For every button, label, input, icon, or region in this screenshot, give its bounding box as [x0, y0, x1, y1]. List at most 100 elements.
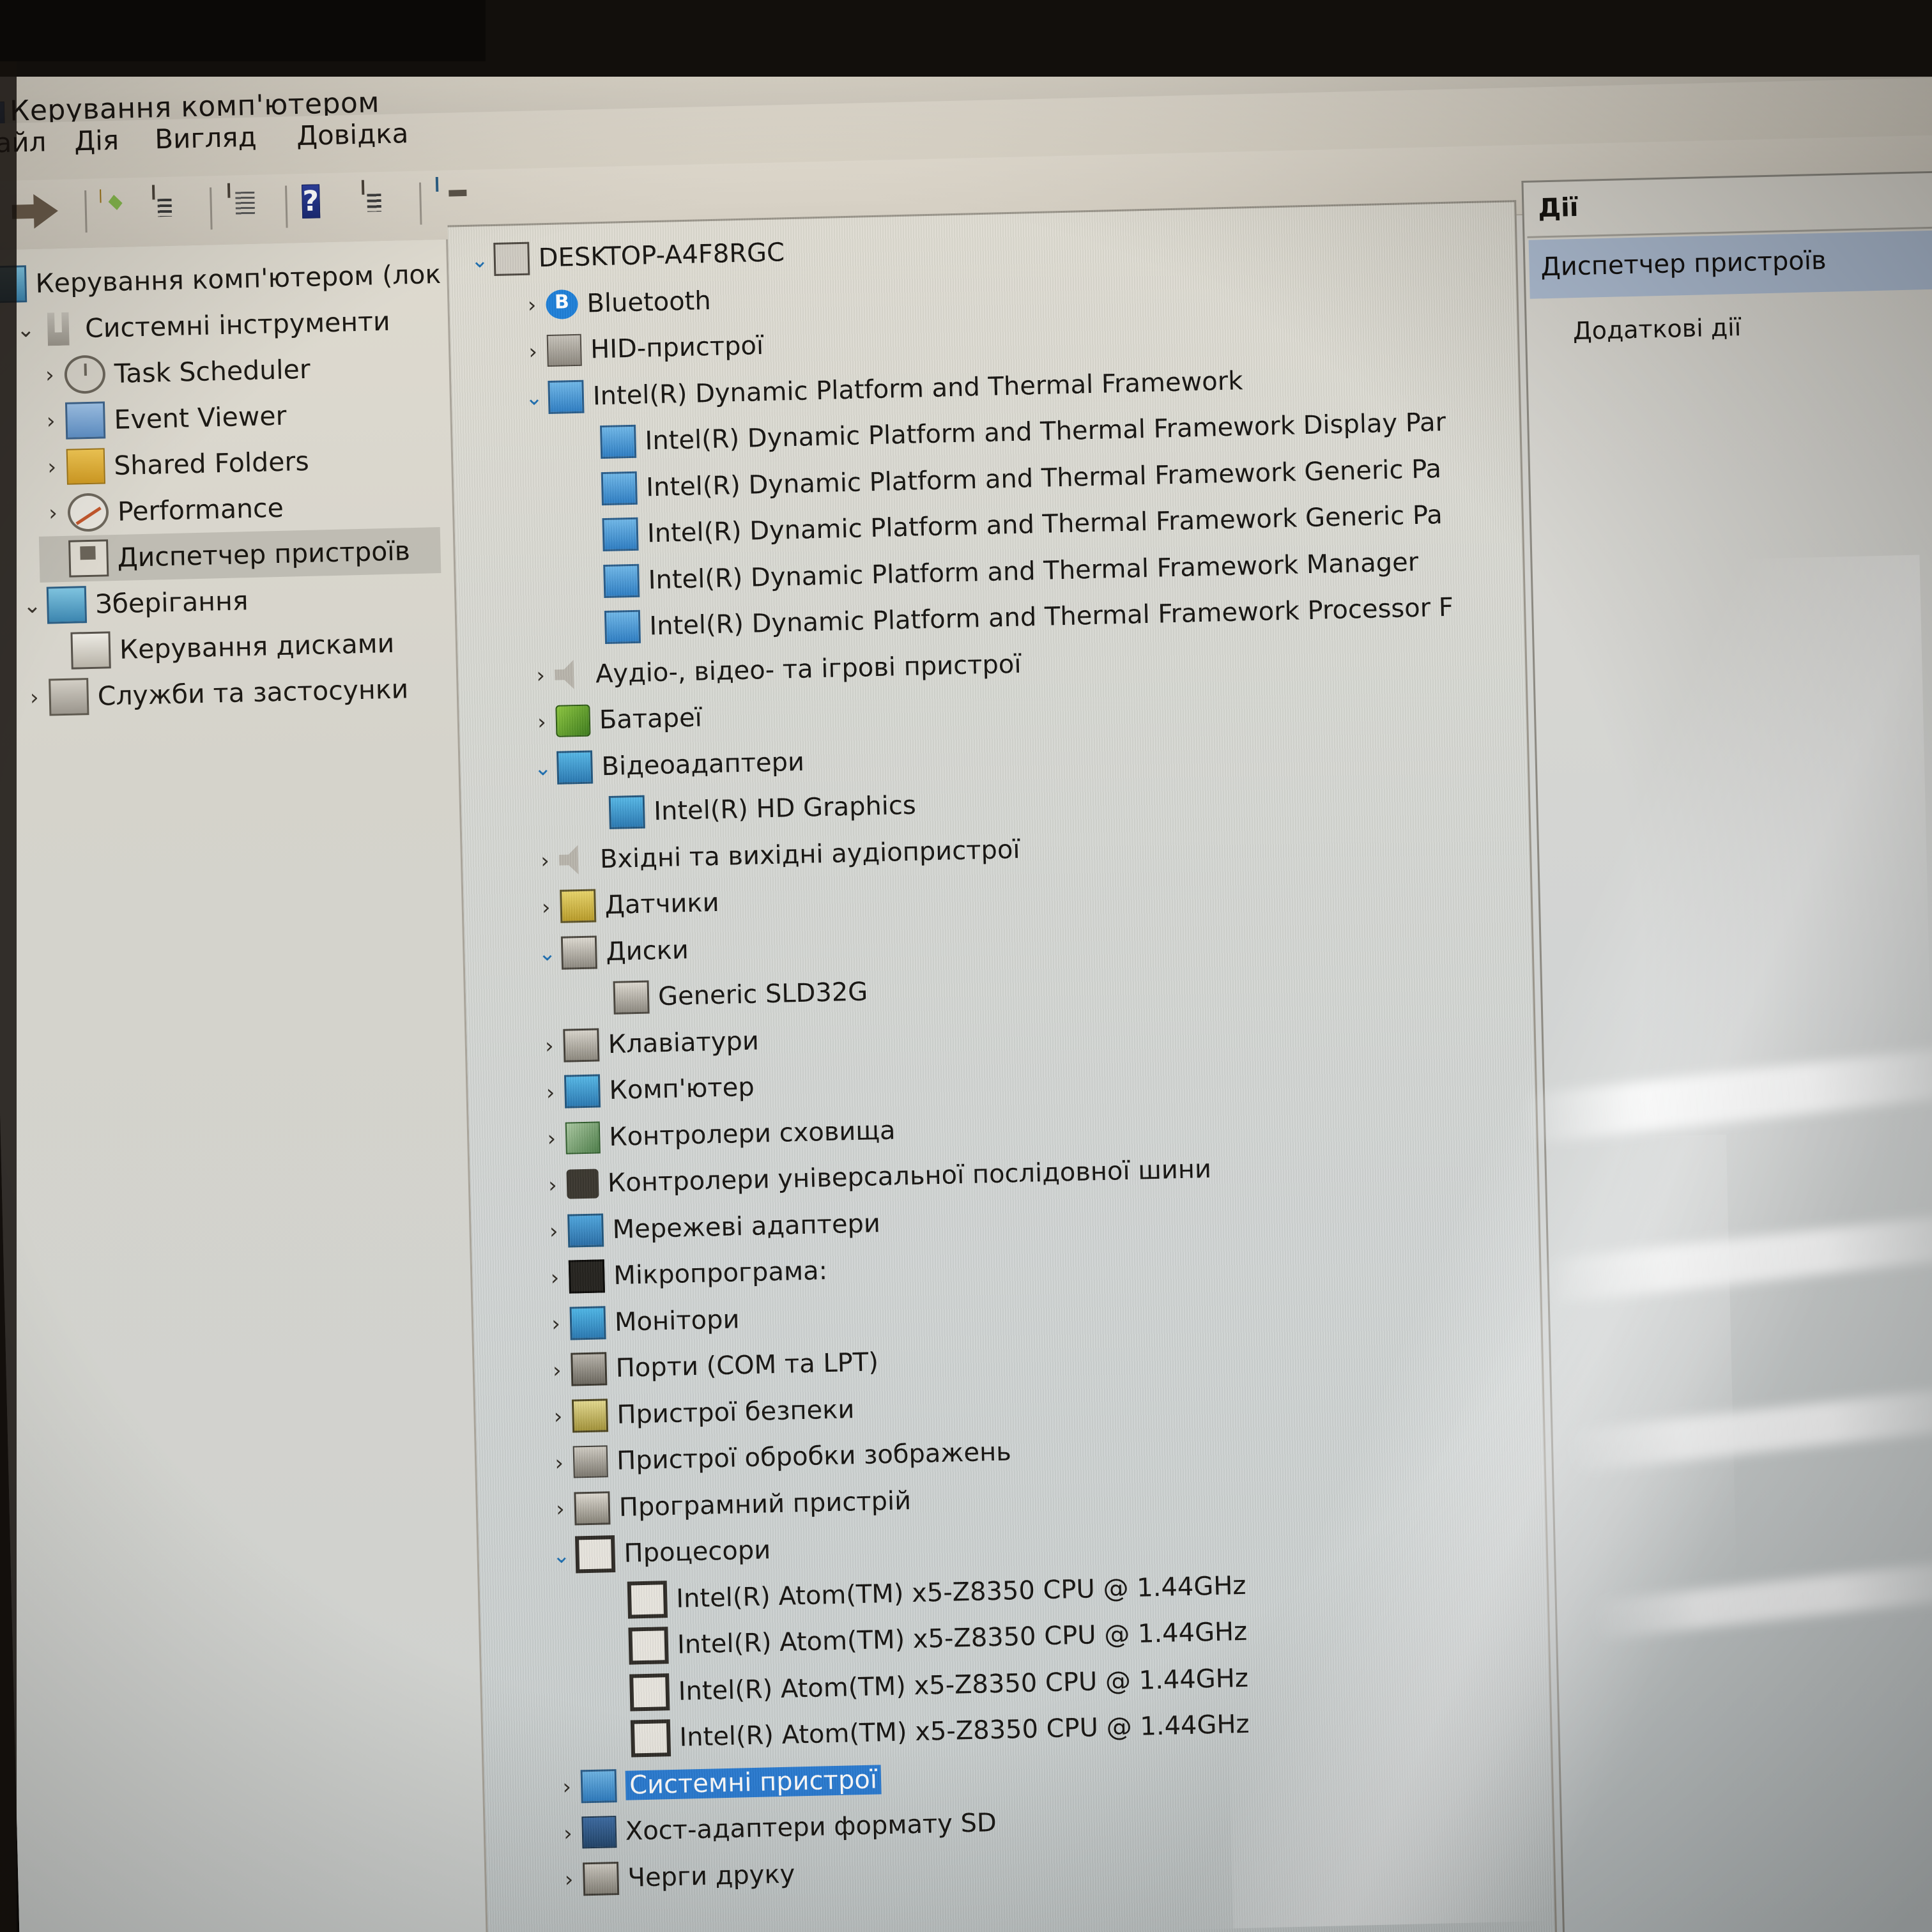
chevron-right-icon[interactable]: ›: [555, 1866, 583, 1892]
device-tree-node[interactable]: › HID-пристрої: [518, 323, 764, 374]
device-tree-node[interactable]: › Монітори: [541, 1297, 740, 1346]
device-tree-node[interactable]: ⌄ Диски: [533, 928, 689, 976]
chevron-right-icon[interactable]: ›: [545, 1450, 574, 1475]
chevron-right-icon[interactable]: [40, 559, 69, 560]
chevron-right-icon[interactable]: [601, 1646, 629, 1647]
display-adapter-icon: [608, 795, 645, 829]
scan-hardware-button[interactable]: [435, 176, 486, 227]
chevron-right-icon[interactable]: ›: [532, 894, 560, 919]
chevron-right-icon[interactable]: ›: [19, 685, 49, 711]
chevron-right-icon[interactable]: [572, 442, 601, 443]
chevron-right-icon[interactable]: ›: [531, 848, 560, 873]
chevron-right-icon[interactable]: ›: [34, 362, 65, 388]
computer-icon: [493, 241, 530, 276]
device-tree-node[interactable]: › Мікропрограма:: [540, 1248, 828, 1300]
device-tree-node[interactable]: › Датчики: [532, 880, 719, 930]
chevron-right-icon[interactable]: ›: [535, 1033, 564, 1059]
device-tree-node-label: Пристрої обробки зображень: [616, 1437, 1012, 1476]
chevron-right-icon[interactable]: ›: [527, 709, 556, 734]
chevron-right-icon[interactable]: ›: [542, 1311, 571, 1337]
sidebar-item-label: Shared Folders: [113, 445, 310, 482]
device-tree-node[interactable]: › Комп'ютер: [536, 1065, 755, 1115]
forward-button[interactable]: [12, 194, 61, 243]
chevron-right-icon[interactable]: ›: [544, 1404, 572, 1429]
actions-selected-item[interactable]: Диспетчер пристроїв: [1528, 230, 1932, 299]
chevron-down-icon[interactable]: ⌄: [465, 247, 494, 273]
chevron-right-icon[interactable]: ›: [537, 1126, 566, 1151]
network-adapter-icon: [567, 1213, 604, 1248]
up-folder-button[interactable]: [100, 189, 150, 239]
menu-help[interactable]: Довідка: [296, 118, 409, 151]
chevron-right-icon[interactable]: ›: [539, 1218, 568, 1244]
device-tree-node[interactable]: ⌄ Процесори: [547, 1528, 771, 1577]
print-queue-icon: [582, 1861, 620, 1896]
chevron-right-icon[interactable]: ›: [518, 292, 546, 318]
disk-drive-icon: [560, 935, 598, 970]
chevron-down-icon[interactable]: ⌄: [547, 1542, 576, 1568]
chevron-right-icon[interactable]: ›: [542, 1357, 571, 1383]
disk-management-icon: [70, 631, 111, 670]
properties-button[interactable]: [227, 183, 277, 233]
photo-dark-border-left: [0, 0, 17, 1932]
device-tree-node[interactable]: Generic SLD32G: [585, 969, 868, 1020]
disk-drive-icon: [613, 980, 650, 1015]
device-tree-node[interactable]: › Мережеві адаптери: [539, 1201, 881, 1254]
chevron-right-icon[interactable]: [42, 651, 71, 652]
chevron-right-icon[interactable]: ›: [553, 1774, 581, 1799]
processor-icon: [628, 1627, 669, 1665]
device-tree-node[interactable]: › Системні пристрої: [552, 1757, 882, 1809]
device-tree-node[interactable]: › Контролери сховища: [537, 1108, 896, 1161]
help-button[interactable]: ?: [302, 181, 351, 231]
chevron-right-icon[interactable]: ›: [540, 1264, 569, 1290]
device-tree-node-label: Intel(R) Atom(TM) x5-Z8350 CPU @ 1.44GHz: [675, 1570, 1246, 1614]
device-tree-node-label: Вхідні та вихідні аудіопристрої: [599, 834, 1020, 874]
chevron-right-icon[interactable]: ›: [536, 1079, 565, 1105]
device-tree-node[interactable]: Intel(R) HD Graphics: [580, 783, 916, 836]
device-tree-node[interactable]: › Клавіатури: [535, 1018, 760, 1068]
chevron-right-icon[interactable]: [602, 1692, 630, 1693]
chevron-right-icon[interactable]: ›: [519, 339, 548, 364]
keyboard-icon: [563, 1027, 600, 1062]
device-tree-node[interactable]: › Пристрої безпеки: [544, 1387, 855, 1439]
chevron-down-icon[interactable]: ⌄: [533, 940, 562, 966]
monitor-icon: [569, 1305, 606, 1340]
menu-view[interactable]: Вигляд: [155, 121, 257, 155]
device-tree-node[interactable]: › Bluetooth: [518, 278, 712, 327]
processor-icon: [629, 1673, 670, 1712]
actions-more-actions[interactable]: Додаткові дії: [1572, 313, 1741, 345]
device-tree-node[interactable]: ⌄ Відеоадаптери: [528, 739, 805, 790]
chevron-right-icon[interactable]: ›: [553, 1820, 582, 1846]
chevron-right-icon[interactable]: ›: [38, 500, 68, 526]
processor-icon: [630, 1719, 671, 1758]
chevron-right-icon[interactable]: [602, 1739, 631, 1740]
device-tree-node[interactable]: › Програмний пристрій: [546, 1478, 912, 1531]
device-tree-node-label: Відеоадаптери: [601, 747, 805, 781]
chevron-right-icon[interactable]: ›: [37, 454, 67, 480]
firmware-icon: [568, 1259, 605, 1294]
chevron-right-icon[interactable]: [576, 627, 604, 628]
actions-selected-label: Диспетчер пристроїв: [1540, 245, 1827, 282]
device-tree-node-label: Системні пристрої: [625, 1764, 882, 1800]
chevron-right-icon[interactable]: ›: [539, 1172, 567, 1197]
device-tree-node-label: Диски: [605, 935, 689, 967]
show-console-tree-button[interactable]: [151, 185, 202, 235]
chevron-down-icon[interactable]: ⌄: [528, 755, 557, 781]
device-tree-node-label: Мікропрограма:: [613, 1256, 828, 1291]
chevron-right-icon[interactable]: [585, 998, 613, 999]
menu-action[interactable]: Дія: [74, 125, 119, 157]
device-tree-node-label: Комп'ютер: [609, 1072, 755, 1106]
device-tree-node[interactable]: ⌄ DESKTOP-A4F8RGC: [465, 230, 785, 282]
chevron-down-icon[interactable]: ⌄: [520, 385, 549, 410]
show-action-pane-button[interactable]: [361, 180, 411, 230]
device-tree-node[interactable]: › Порти (COM та LPT): [542, 1340, 879, 1392]
battery-icon: [555, 704, 591, 737]
device-tree-node-label: Intel(R) Atom(TM) x5-Z8350 CPU @ 1.44GHz: [677, 1616, 1248, 1660]
device-tree-node[interactable]: › Батареї: [527, 695, 702, 744]
chevron-right-icon[interactable]: ›: [36, 408, 66, 434]
thermal-framework-icon: [600, 424, 637, 459]
chevron-right-icon[interactable]: ›: [546, 1496, 574, 1522]
chevron-right-icon[interactable]: [576, 581, 604, 582]
device-tree-node[interactable]: › Черги друку: [555, 1851, 795, 1902]
chevron-right-icon[interactable]: ›: [526, 663, 555, 688]
chevron-down-icon[interactable]: ⌄: [17, 593, 47, 619]
